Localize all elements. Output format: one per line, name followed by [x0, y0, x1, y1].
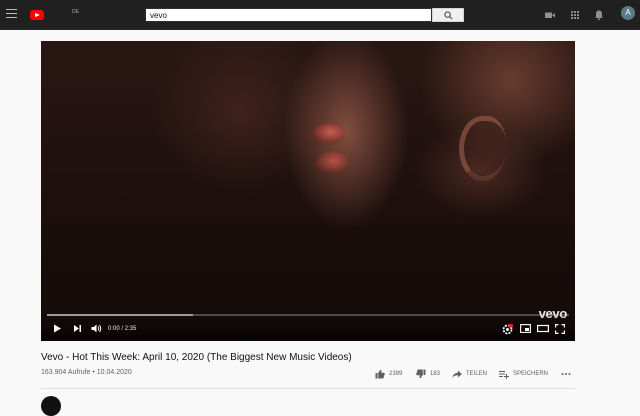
notifications-bell-icon[interactable] [593, 9, 605, 21]
divider [41, 388, 575, 389]
buffered-bar [47, 314, 194, 316]
more-horizontal-icon [561, 373, 571, 375]
dislike-count: 183 [430, 371, 441, 377]
player-controls: 0:00 / 2:35 [41, 313, 575, 341]
miniplayer-icon[interactable] [520, 324, 531, 333]
thumbs-up-icon [375, 369, 385, 379]
video-title: Vevo - Hot This Week: April 10, 2020 (Th… [41, 352, 352, 363]
next-icon[interactable] [73, 324, 82, 333]
search-input[interactable] [145, 8, 432, 22]
menu-icon[interactable] [6, 9, 17, 19]
save-label: SPEICHERN [513, 371, 549, 377]
play-icon[interactable] [53, 324, 62, 333]
save-button[interactable]: SPEICHERN [499, 368, 548, 380]
settings-icon[interactable] [502, 324, 513, 335]
like-button[interactable]: 2399 [375, 368, 402, 380]
apps-grid-icon[interactable] [569, 9, 581, 21]
fullscreen-icon[interactable] [555, 324, 565, 334]
dislike-button[interactable]: 183 [416, 368, 440, 380]
search-icon [444, 11, 453, 20]
share-label: TEILEN [466, 371, 488, 377]
top-bar: DE A [0, 0, 640, 30]
video-frame-detail [459, 116, 506, 181]
create-video-icon[interactable] [544, 9, 556, 21]
playlist-add-icon [499, 370, 509, 379]
volume-icon[interactable] [91, 324, 102, 333]
view-count-date: 163.904 Aufrufe • 10.04.2020 [41, 369, 132, 376]
video-frame-detail [316, 151, 348, 173]
region-label: DE [72, 9, 79, 15]
video-frame-detail [313, 123, 345, 143]
share-button[interactable]: TEILEN [452, 368, 487, 380]
thumbs-down-icon [416, 369, 426, 379]
search-button[interactable] [432, 8, 464, 22]
share-icon [452, 370, 462, 378]
theater-mode-icon[interactable] [537, 324, 549, 333]
progress-bar[interactable] [47, 314, 569, 316]
avatar[interactable]: A [621, 6, 635, 20]
video-player[interactable]: vevo 0:00 / 2:35 [41, 41, 575, 341]
channel-avatar[interactable] [41, 396, 61, 416]
more-actions-button[interactable] [561, 368, 575, 380]
youtube-logo[interactable] [30, 10, 44, 20]
time-display: 0:00 / 2:35 [108, 326, 137, 332]
like-count: 2399 [389, 371, 403, 377]
